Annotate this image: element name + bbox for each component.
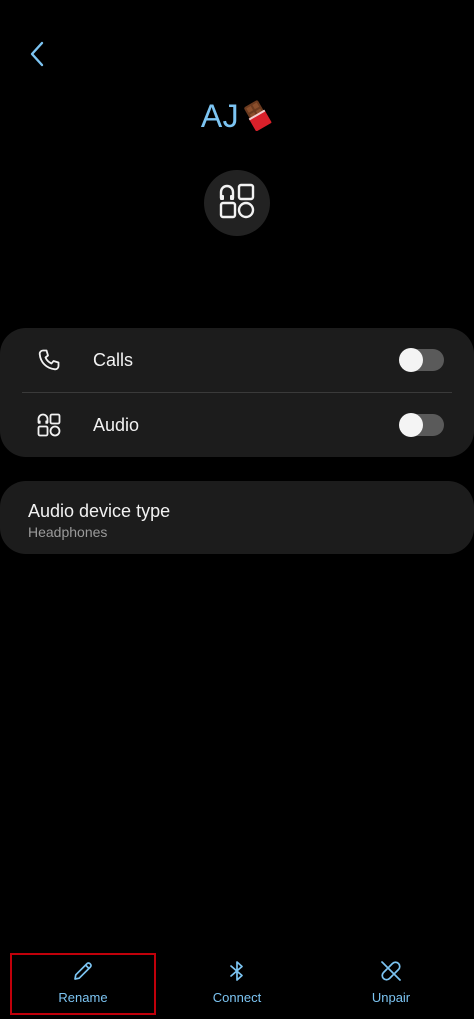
audio-grid-icon bbox=[36, 412, 62, 438]
chevron-left-icon bbox=[29, 41, 45, 72]
audio-label: Audio bbox=[93, 414, 140, 435]
calls-row[interactable]: Calls bbox=[0, 328, 474, 392]
device-type-avatar bbox=[204, 170, 270, 236]
pencil-icon bbox=[70, 958, 96, 984]
bottom-action-bar: Rename Connect Unpair bbox=[0, 953, 474, 1019]
audio-device-type-value: Headphones bbox=[28, 524, 108, 540]
connect-button[interactable]: Connect bbox=[164, 953, 310, 1015]
chocolate-bar-icon bbox=[241, 99, 273, 139]
rename-label: Rename bbox=[58, 990, 108, 1005]
unlink-icon bbox=[378, 958, 404, 984]
unpair-label: Unpair bbox=[371, 990, 411, 1005]
unpair-button[interactable]: Unpair bbox=[318, 953, 464, 1015]
toggle-knob bbox=[399, 348, 423, 372]
audio-devices-icon bbox=[217, 181, 257, 226]
device-name-text: AJ bbox=[200, 98, 240, 134]
audio-device-type-card[interactable]: Audio device type Headphones bbox=[0, 481, 474, 554]
connect-label: Connect bbox=[212, 990, 262, 1005]
audio-device-type-title: Audio device type bbox=[28, 501, 171, 521]
audio-row[interactable]: Audio bbox=[0, 393, 474, 457]
calls-toggle[interactable] bbox=[399, 348, 444, 372]
back-button[interactable] bbox=[22, 40, 52, 72]
calls-label: Calls bbox=[93, 349, 134, 370]
device-name-title: AJ bbox=[0, 98, 474, 139]
bluetooth-icon bbox=[224, 958, 250, 984]
rename-button[interactable]: Rename bbox=[10, 953, 156, 1015]
profile-settings-card: Calls Audio bbox=[0, 328, 474, 457]
audio-toggle[interactable] bbox=[399, 413, 444, 437]
phone-icon bbox=[36, 347, 62, 373]
toggle-knob bbox=[399, 413, 423, 437]
